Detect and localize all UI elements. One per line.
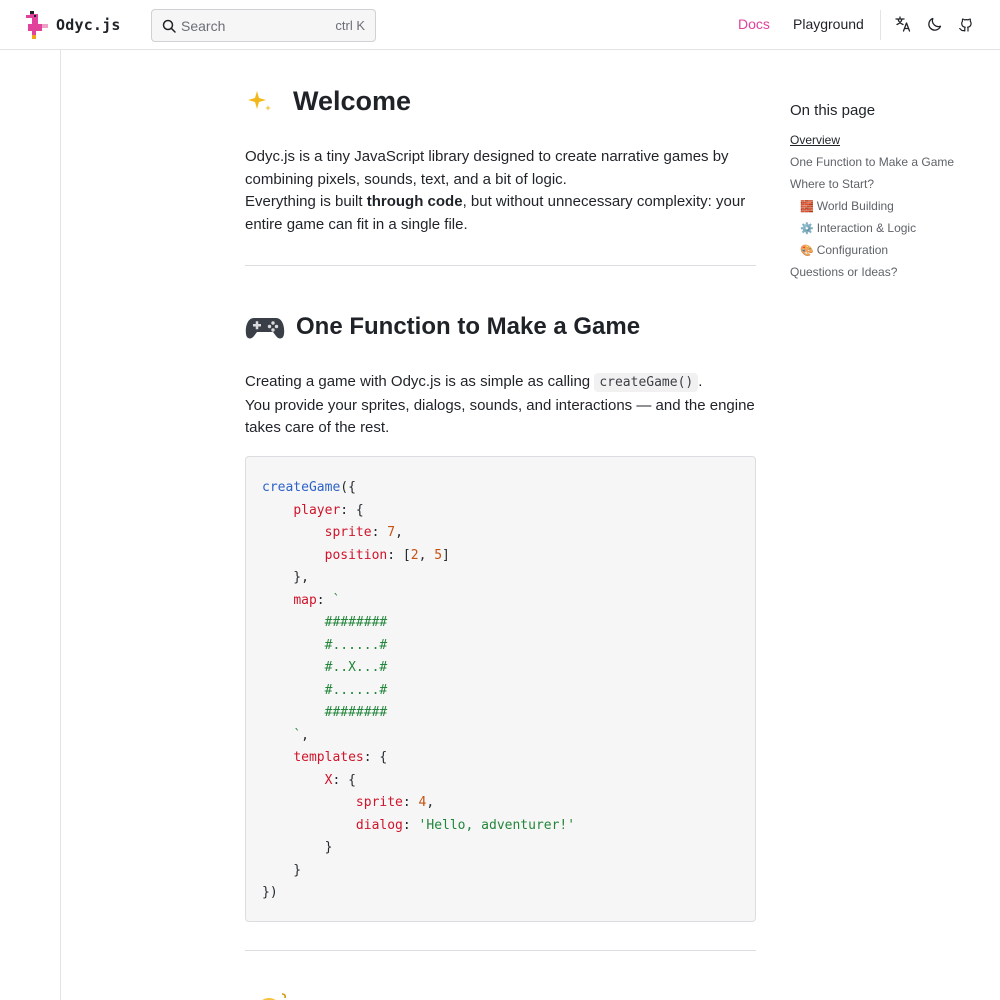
map-row: #......# <box>324 637 388 653</box>
table-of-contents: On this page Overview One Function to Ma… <box>790 102 990 283</box>
toc-item-label: Interaction & Logic <box>816 221 917 235</box>
logo-link[interactable]: Odyc.js <box>24 11 121 39</box>
intro-bold-text: through code <box>366 193 463 210</box>
section-line-2: You provide your sprites, dialogs, sound… <box>245 396 755 437</box>
section-title: One Function to Make a Game <box>296 313 641 340</box>
toc-item-interaction-logic[interactable]: ⚙️ Interaction & Logic <box>790 217 990 239</box>
section-line-1-post: . <box>698 373 703 390</box>
top-navigation-bar: Odyc.js Search ctrl K Docs Playground <box>0 0 1000 50</box>
code-function: createGame <box>262 480 341 495</box>
palette-icon: 🎨 <box>800 245 814 257</box>
code-content: createGame({ player: { sprite: 7, positi… <box>262 480 576 900</box>
lightbulb-icon <box>262 993 286 1000</box>
toc-item-one-function[interactable]: One Function to Make a Game <box>790 151 990 173</box>
code-string: 'Hello, adventurer!' <box>418 817 576 833</box>
code-key: map <box>293 592 317 608</box>
map-row: #..X...# <box>324 660 388 675</box>
gear-icon: ⚙️ <box>800 223 814 235</box>
toc-item-label: Overview <box>790 133 841 147</box>
section-divider <box>245 950 756 951</box>
section-line-1-pre: Creating a game with Odyc.js is as simpl… <box>245 373 595 390</box>
logo-text: Odyc.js <box>56 16 121 34</box>
map-row: ######## <box>324 615 388 630</box>
left-sidebar <box>0 50 61 1000</box>
toc-title: On this page <box>790 102 876 119</box>
section-divider <box>245 265 756 266</box>
gamepad-icon <box>245 318 285 339</box>
inline-code: createGame() <box>594 373 699 392</box>
sparkles-icon <box>248 90 271 111</box>
search-placeholder: Search <box>181 17 226 34</box>
code-number: 2 <box>410 547 419 563</box>
nav-divider <box>880 10 881 40</box>
welcome-heading-row: Welcome <box>245 86 411 117</box>
toc-item-label: One Function to Make a Game <box>790 155 955 169</box>
toc-item-label: World Building <box>816 199 894 213</box>
odyc-logo-icon <box>26 11 48 39</box>
github-icon[interactable] <box>958 16 974 32</box>
toc-item-label: Where to Start? <box>790 177 875 191</box>
translate-icon[interactable] <box>895 16 911 32</box>
intro-line-2-pre: Everything is built <box>245 193 367 210</box>
search-shortcut: ctrl K <box>335 18 365 33</box>
code-number: 4 <box>418 795 427 810</box>
nav-docs-link[interactable]: Docs <box>738 16 770 32</box>
toc-item-label: Questions or Ideas? <box>790 265 898 279</box>
section-paragraph: Creating a game with Odyc.js is as simpl… <box>245 371 756 440</box>
search-button[interactable]: Search ctrl K <box>151 9 376 42</box>
intro-paragraph: Odyc.js is a tiny JavaScript library des… <box>245 146 756 236</box>
intro-line-1: Odyc.js is a tiny JavaScript library des… <box>245 148 729 188</box>
map-row: ######## <box>324 705 388 720</box>
code-key: templates <box>293 750 364 765</box>
search-icon <box>162 19 176 33</box>
code-key: player <box>293 502 341 518</box>
code-number: 7 <box>387 525 396 540</box>
nav-playground-link[interactable]: Playground <box>793 16 864 32</box>
toc-item-questions[interactable]: Questions or Ideas? <box>790 261 990 283</box>
code-block[interactable]: createGame({ player: { sprite: 7, positi… <box>245 456 756 922</box>
toc-item-world-building[interactable]: 🧱 World Building <box>790 195 990 217</box>
brick-icon: 🧱 <box>800 201 814 213</box>
code-key: dialog <box>355 817 403 833</box>
map-row: #......# <box>324 682 388 698</box>
moon-icon[interactable] <box>927 16 943 32</box>
code-key: sprite <box>355 795 403 810</box>
code-number: 5 <box>434 547 443 563</box>
toc-item-overview[interactable]: Overview <box>790 129 990 151</box>
toc-item-where-to-start[interactable]: Where to Start? <box>790 173 990 195</box>
welcome-title: Welcome <box>293 86 412 116</box>
toc-item-configuration[interactable]: 🎨 Configuration <box>790 239 990 261</box>
code-key: position <box>324 547 388 563</box>
code-key: X <box>324 772 333 788</box>
code-key: sprite <box>324 525 372 540</box>
toc-item-label: Configuration <box>816 243 889 257</box>
section-heading-row: One Function to Make a Game <box>245 312 640 342</box>
